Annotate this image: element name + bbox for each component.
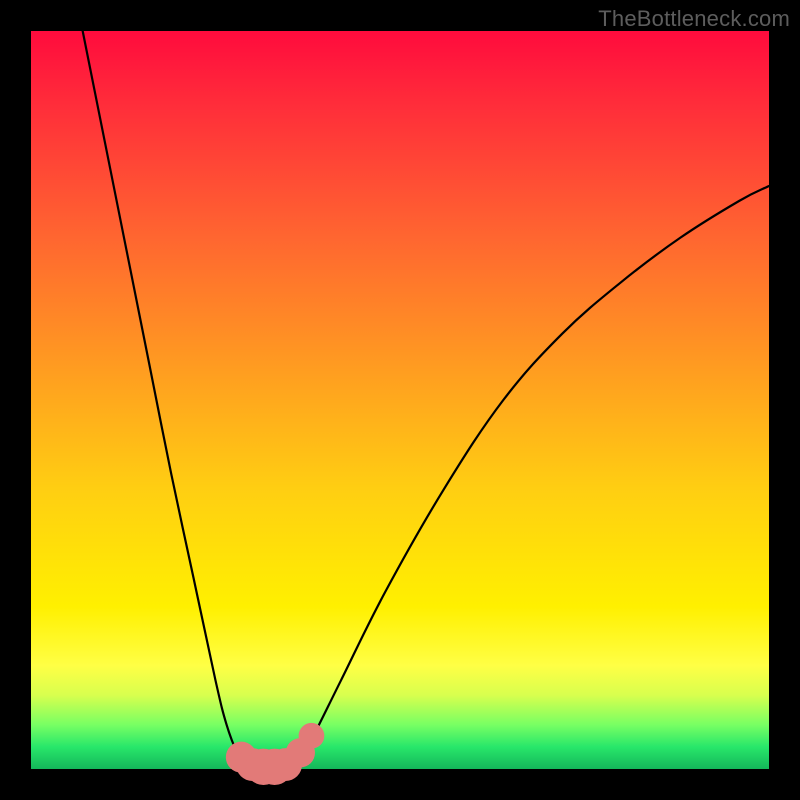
plot-area xyxy=(31,31,769,769)
outer-frame: TheBottleneck.com xyxy=(0,0,800,800)
curve-marker xyxy=(299,723,325,749)
watermark-text: TheBottleneck.com xyxy=(598,6,790,32)
curve-markers xyxy=(226,723,324,785)
chart-svg xyxy=(31,31,769,769)
bottleneck-curve xyxy=(83,31,769,768)
